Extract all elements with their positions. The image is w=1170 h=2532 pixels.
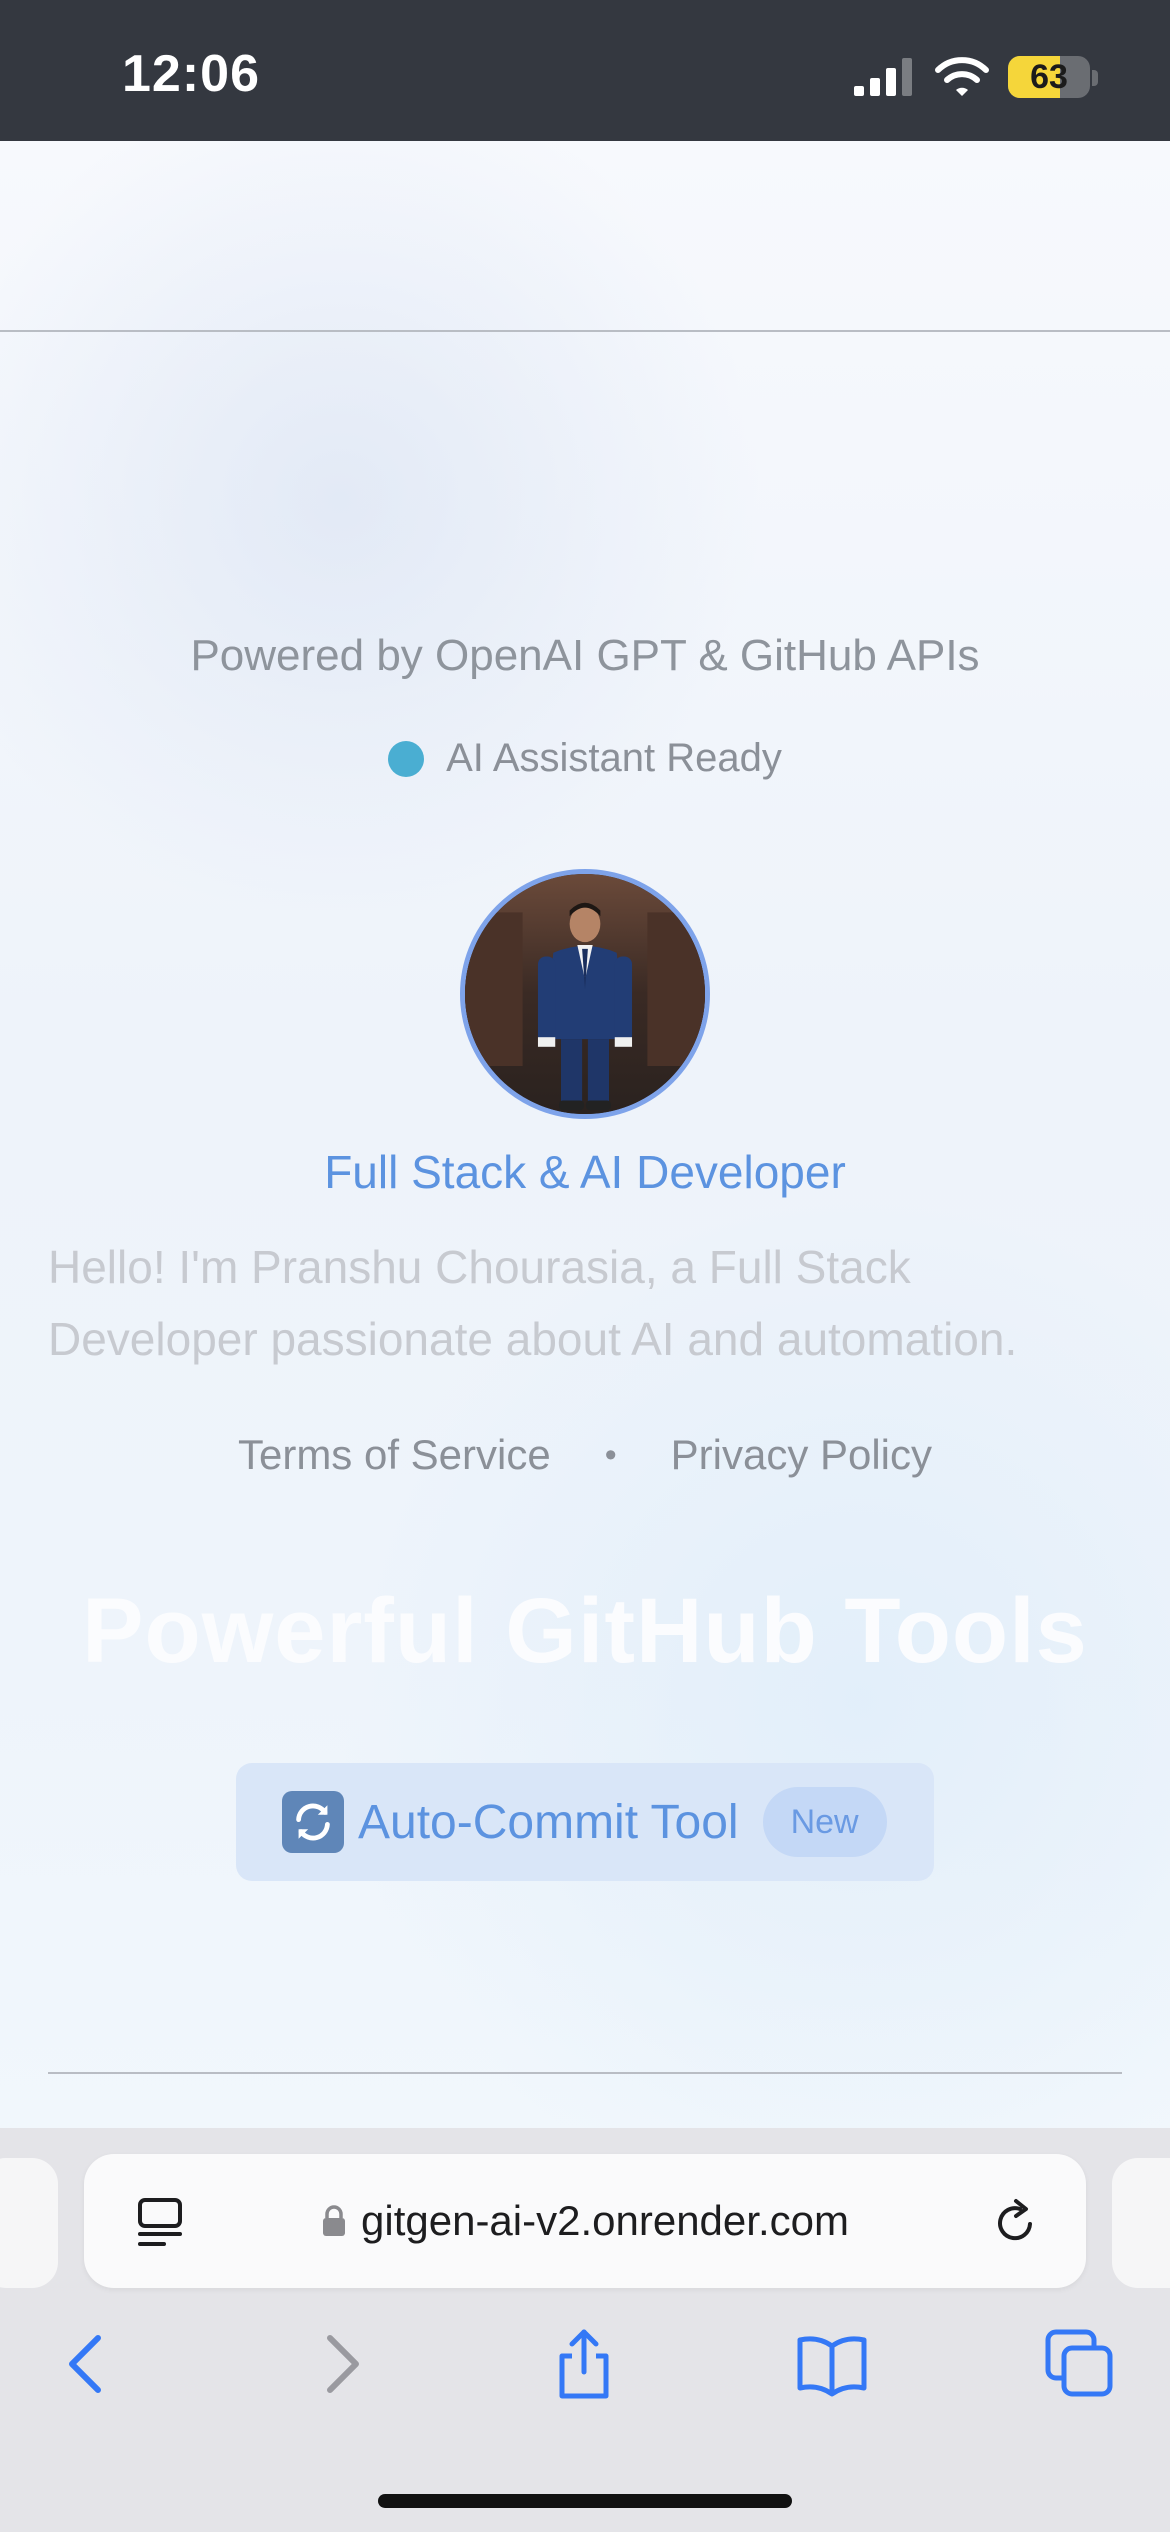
- assistant-status: AI Assistant Ready: [0, 736, 1170, 781]
- status-bar: 12:06 63: [0, 0, 1170, 141]
- battery-icon: 63: [1008, 56, 1090, 98]
- back-icon[interactable]: [52, 2328, 124, 2400]
- new-badge: New: [762, 1787, 887, 1857]
- share-icon[interactable]: [548, 2328, 620, 2400]
- home-indicator: [378, 2494, 792, 2508]
- browser-toolbar: gitgen-ai-v2.onrender.com: [0, 2128, 1170, 2532]
- role-title: Full Stack & AI Developer: [324, 1146, 846, 1198]
- avatar: [460, 869, 710, 1119]
- battery-nub: [1092, 70, 1098, 86]
- address-bar[interactable]: gitgen-ai-v2.onrender.com: [84, 2154, 1086, 2288]
- avatar-photo: [465, 874, 705, 1114]
- url-display[interactable]: gitgen-ai-v2.onrender.com: [84, 2154, 1086, 2288]
- legal-separator: •: [604, 1435, 617, 1474]
- url-text: gitgen-ai-v2.onrender.com: [361, 2197, 849, 2244]
- web-page: Powered by OpenAI GPT & GitHub APIs AI A…: [0, 141, 1170, 2128]
- terms-of-service-link[interactable]: Terms of Service: [238, 1431, 551, 1479]
- footer-divider: [48, 2072, 1122, 2074]
- bio-text: Hello! I'm Pranshu Chourasia, a Full Sta…: [48, 1241, 1018, 1365]
- reload-icon[interactable]: [990, 2194, 1042, 2250]
- lock-icon: [323, 2205, 346, 2236]
- wifi-icon: [935, 57, 989, 96]
- battery-level: 63: [1030, 57, 1068, 96]
- legal-links: Terms of Service • Privacy Policy: [0, 1431, 1170, 1479]
- header-divider: [0, 330, 1170, 332]
- previous-tab-peek[interactable]: [0, 2158, 58, 2288]
- powered-by-text: Powered by OpenAI GPT & GitHub APIs: [190, 631, 980, 680]
- signal-icon: [854, 58, 912, 96]
- status-time: 12:06: [122, 45, 260, 103]
- privacy-policy-link[interactable]: Privacy Policy: [671, 1431, 932, 1479]
- auto-commit-tool-button[interactable]: Auto-Commit Tool New: [236, 1763, 934, 1881]
- status-dot-icon: [388, 740, 425, 777]
- section-heading: Powerful GitHub Tools: [82, 1580, 1088, 1682]
- assistant-status-text: AI Assistant Ready: [446, 736, 782, 780]
- auto-commit-tool-label: Auto-Commit Tool: [358, 1795, 739, 1849]
- next-tab-peek[interactable]: [1112, 2158, 1170, 2288]
- forward-icon[interactable]: [304, 2328, 376, 2400]
- bookmarks-icon[interactable]: [796, 2328, 868, 2400]
- refresh-icon: [282, 1791, 344, 1853]
- tabs-icon[interactable]: [1044, 2328, 1116, 2400]
